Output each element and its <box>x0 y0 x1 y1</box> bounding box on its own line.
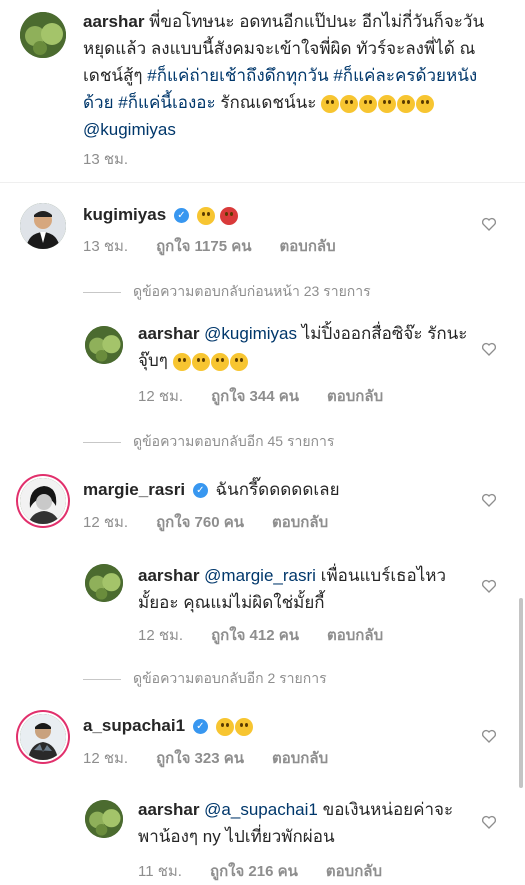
comment-time: 12 ชม. <box>83 750 129 767</box>
caption-mention[interactable]: @kugimiyas <box>83 120 176 139</box>
reply: aarshar @margie_rasri เพื่อนแบร์เธอไหวมั… <box>0 560 525 650</box>
reply: aarshar @kugimiyas ไม่ปิ้งออกสื่อซิจ๊ะ ร… <box>0 320 525 410</box>
caption: aarshar พี่ขอโทษนะ อดทนอีกแป๊ปนะ อีกไม่ก… <box>0 0 525 175</box>
view-more-line <box>83 678 121 680</box>
reply-likes[interactable]: ถูกใจ 344 คน <box>211 388 299 405</box>
like-heart-icon[interactable] <box>481 728 497 744</box>
like-heart-icon[interactable] <box>481 341 497 357</box>
caption-text: aarshar พี่ขอโทษนะ อดทนอีกแป๊ปนะ อีกไม่ก… <box>83 8 493 143</box>
like-heart-icon[interactable] <box>481 216 497 232</box>
emoji-laugh-icon <box>416 94 435 113</box>
reply-time: 12 ชม. <box>138 388 184 405</box>
reply: aarshar @a_supachai1 ขอเงินหน่อยค่าจะพาน… <box>0 796 525 885</box>
comment-username[interactable]: margie_rasri <box>83 480 185 499</box>
reply-button[interactable]: ตอบกลับ <box>327 388 383 405</box>
reply-button[interactable]: ตอบกลับ <box>272 750 328 767</box>
reply-likes[interactable]: ถูกใจ 216 คน <box>210 863 298 880</box>
reply-meta: 11 ชม. ถูกใจ 216 คน ตอบกลับ <box>138 859 410 883</box>
comment: kugimiyas ✓ 13 ชม. ถูกใจ 1175 คน ตอบกลับ <box>0 195 525 255</box>
view-more-label[interactable]: ดูข้อความตอบกลับอีก 45 รายการ <box>133 433 334 449</box>
comment-username[interactable]: a_supachai1 <box>83 716 185 735</box>
avatar-kugimiyas[interactable] <box>20 203 66 249</box>
emoji-laugh-icon <box>215 717 234 736</box>
reply-mention[interactable]: @kugimiyas <box>204 324 297 343</box>
reply-likes[interactable]: ถูกใจ 412 คน <box>211 627 299 644</box>
comment-likes[interactable]: ถูกใจ 1175 คน <box>156 238 251 255</box>
verified-badge-icon: ✓ <box>192 483 208 499</box>
comment: a_supachai1 ✓ 12 ชม. ถูกใจ 323 คน ตอบกลับ <box>0 706 525 776</box>
reply-username[interactable]: aarshar <box>138 566 199 585</box>
view-more-replies[interactable]: ดูข้อความตอบกลับก่อนหน้า 23 รายการ <box>83 281 371 303</box>
emoji-laugh-icon <box>397 94 416 113</box>
comment-time: 12 ชม. <box>83 514 129 531</box>
reply-text: aarshar @margie_rasri เพื่อนแบร์เธอไหวมั… <box>138 562 448 616</box>
comment-username[interactable]: kugimiyas <box>83 205 166 224</box>
emoji-smirk-icon <box>191 352 210 371</box>
reply-time: 11 ชม. <box>138 863 182 880</box>
comment-likes[interactable]: ถูกใจ 760 คน <box>156 514 244 531</box>
comment-text: margie_rasri ✓ ฉันกรี๊ดดดดดเลย <box>83 476 340 503</box>
like-heart-icon[interactable] <box>481 492 497 508</box>
reply-button[interactable]: ตอบกลับ <box>326 863 382 880</box>
caption-username[interactable]: aarshar <box>83 12 144 31</box>
view-more-label[interactable]: ดูข้อความตอบกลับอีก 2 รายการ <box>133 670 327 686</box>
verified-badge-icon: ✓ <box>192 719 208 735</box>
reply-meta: 12 ชม. ถูกใจ 344 คน ตอบกลับ <box>138 384 411 408</box>
emoji-angry-icon <box>220 206 239 225</box>
reply-mention[interactable]: @a_supachai1 <box>204 800 318 819</box>
avatar-margie-rasri[interactable] <box>20 478 66 524</box>
emoji-tongue-icon <box>229 352 248 371</box>
comment-meta: 12 ชม. ถูกใจ 760 คน ตอบกลับ <box>83 510 356 534</box>
emoji-tongue-icon <box>210 352 229 371</box>
like-heart-icon[interactable] <box>481 578 497 594</box>
reply-username[interactable]: aarshar <box>138 324 199 343</box>
reply-button[interactable]: ตอบกลับ <box>327 627 383 644</box>
emoji-laugh-icon <box>234 717 253 736</box>
reply-meta: 12 ชม. ถูกใจ 412 คน ตอบกลับ <box>138 623 411 647</box>
comment-meta: 13 ชม. ถูกใจ 1175 คน ตอบกลับ <box>83 234 364 258</box>
view-more-label[interactable]: ดูข้อความตอบกลับก่อนหน้า 23 รายการ <box>133 283 371 299</box>
reply-button[interactable]: ตอบกลับ <box>272 514 328 531</box>
avatar-a-supachai1[interactable] <box>20 714 66 760</box>
emoji-tongue-icon <box>359 94 378 113</box>
caption-meta: 13 ชม. <box>83 147 156 171</box>
reply-username[interactable]: aarshar <box>138 800 199 819</box>
view-more-replies[interactable]: ดูข้อความตอบกลับอีก 45 รายการ <box>83 431 334 453</box>
scrollbar[interactable] <box>519 598 523 788</box>
comment-likes[interactable]: ถูกใจ 323 คน <box>156 750 244 767</box>
caption-time: 13 ชม. <box>83 151 129 168</box>
avatar-aarshar[interactable] <box>85 326 123 364</box>
divider <box>0 182 525 183</box>
comment: margie_rasri ✓ ฉันกรี๊ดดดดดเลย 12 ชม. ถูก… <box>0 470 525 540</box>
like-heart-icon[interactable] <box>481 814 497 830</box>
view-more-replies[interactable]: ดูข้อความตอบกลับอีก 2 รายการ <box>83 668 327 690</box>
comment-body: ฉันกรี๊ดดดดดเลย <box>215 480 340 499</box>
verified-badge-icon: ✓ <box>173 208 189 224</box>
avatar-aarshar[interactable] <box>85 564 123 602</box>
emoji-grimace-icon <box>321 94 340 113</box>
comment-text: a_supachai1 ✓ <box>83 712 254 739</box>
reply-time: 12 ชม. <box>138 627 184 644</box>
emoji-grimace-icon <box>340 94 359 113</box>
comment-time: 13 ชม. <box>83 238 129 255</box>
emoji-confused-icon <box>196 206 215 225</box>
emoji-smirk-icon <box>172 352 191 371</box>
caption-body-end: รักณเดชน์นะ <box>215 93 322 112</box>
reply-text: aarshar @a_supachai1 ขอเงินหน่อยค่าจะพาน… <box>138 796 458 850</box>
reply-button[interactable]: ตอบกลับ <box>280 238 336 255</box>
reply-mention[interactable]: @margie_rasri <box>204 566 316 585</box>
comment-meta: 12 ชม. ถูกใจ 323 คน ตอบกลับ <box>83 746 356 770</box>
reply-text: aarshar @kugimiyas ไม่ปิ้งออกสื่อซิจ๊ะ ร… <box>138 320 468 374</box>
emoji-tongue-icon <box>378 94 397 113</box>
avatar-aarshar[interactable] <box>20 12 66 58</box>
view-more-line <box>83 441 121 443</box>
avatar-aarshar[interactable] <box>85 800 123 838</box>
comment-text: kugimiyas ✓ <box>83 201 239 228</box>
view-more-line <box>83 291 121 293</box>
